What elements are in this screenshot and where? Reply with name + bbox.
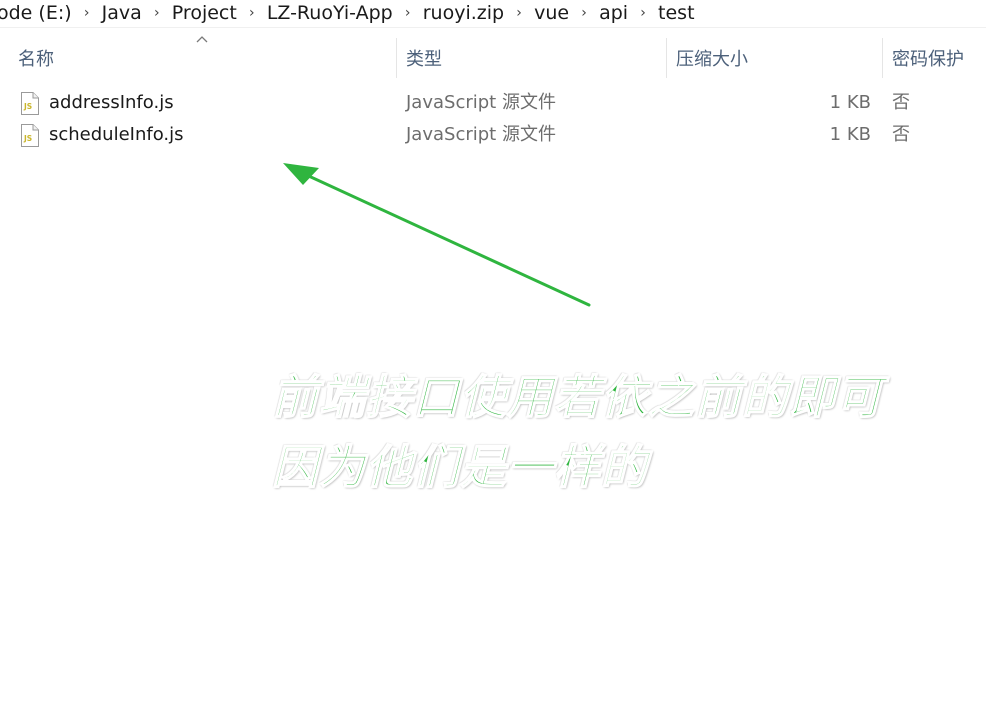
file-size: 1 KB [829, 92, 871, 113]
file-type: JavaScript 源文件 [406, 124, 556, 145]
file-explorer-window: ode (E:) › Java › Project › LZ-RuoYi-App… [0, 0, 986, 701]
breadcrumb-item-java[interactable]: Java [100, 1, 144, 25]
breadcrumb-item-vue[interactable]: vue [532, 1, 571, 25]
file-row[interactable]: JS addressInfo.js JavaScript 源文件 1 KB 否 [0, 87, 986, 119]
svg-text:JS: JS [23, 102, 32, 111]
annotation-line: 因为他们是一样的 [271, 439, 648, 495]
column-divider[interactable] [666, 38, 667, 78]
file-name[interactable]: addressInfo.js [49, 87, 174, 119]
breadcrumb-item-lz-ruoyi-app[interactable]: LZ-RuoYi-App [265, 1, 395, 25]
file-name[interactable]: scheduleInfo.js [49, 119, 184, 151]
sort-ascending-icon [196, 36, 208, 43]
breadcrumb-item-ruoyi-zip[interactable]: ruoyi.zip [421, 1, 506, 25]
file-size: 1 KB [829, 124, 871, 145]
chevron-right-icon[interactable]: › [74, 5, 100, 21]
column-header-name[interactable]: 名称 [18, 38, 54, 78]
chevron-right-icon[interactable]: › [395, 5, 421, 21]
annotation-line: 前端接口使用若依之前的即可 [271, 369, 883, 425]
file-password-protected: 否 [892, 92, 910, 113]
svg-text:JS: JS [23, 134, 32, 143]
file-password-protected: 否 [892, 124, 910, 145]
column-divider[interactable] [396, 38, 397, 78]
file-type: JavaScript 源文件 [406, 92, 556, 113]
column-header-password[interactable]: 密码保护 [892, 38, 964, 78]
annotation-note: 前端接口使用若依之前的即可 因为他们是一样的 [271, 362, 972, 502]
column-header-type[interactable]: 类型 [406, 38, 442, 78]
chevron-right-icon[interactable]: › [506, 5, 532, 21]
breadcrumb-item-project[interactable]: Project [170, 1, 239, 25]
breadcrumb-item-api[interactable]: api [597, 1, 630, 25]
column-header-compressed-size[interactable]: 压缩大小 [676, 38, 748, 78]
breadcrumb-item-drive[interactable]: ode (E:) [0, 1, 74, 25]
chevron-right-icon[interactable]: › [239, 5, 265, 21]
breadcrumb: ode (E:) › Java › Project › LZ-RuoYi-App… [0, 0, 986, 26]
breadcrumb-item-test[interactable]: test [656, 1, 697, 25]
js-file-icon: JS [21, 92, 39, 115]
column-divider[interactable] [882, 38, 883, 78]
chevron-right-icon[interactable]: › [630, 5, 656, 21]
js-file-icon: JS [21, 124, 39, 147]
chevron-right-icon[interactable]: › [144, 5, 170, 21]
file-row[interactable]: JS scheduleInfo.js JavaScript 源文件 1 KB 否 [0, 119, 986, 151]
breadcrumb-divider [0, 27, 986, 28]
chevron-right-icon[interactable]: › [571, 5, 597, 21]
